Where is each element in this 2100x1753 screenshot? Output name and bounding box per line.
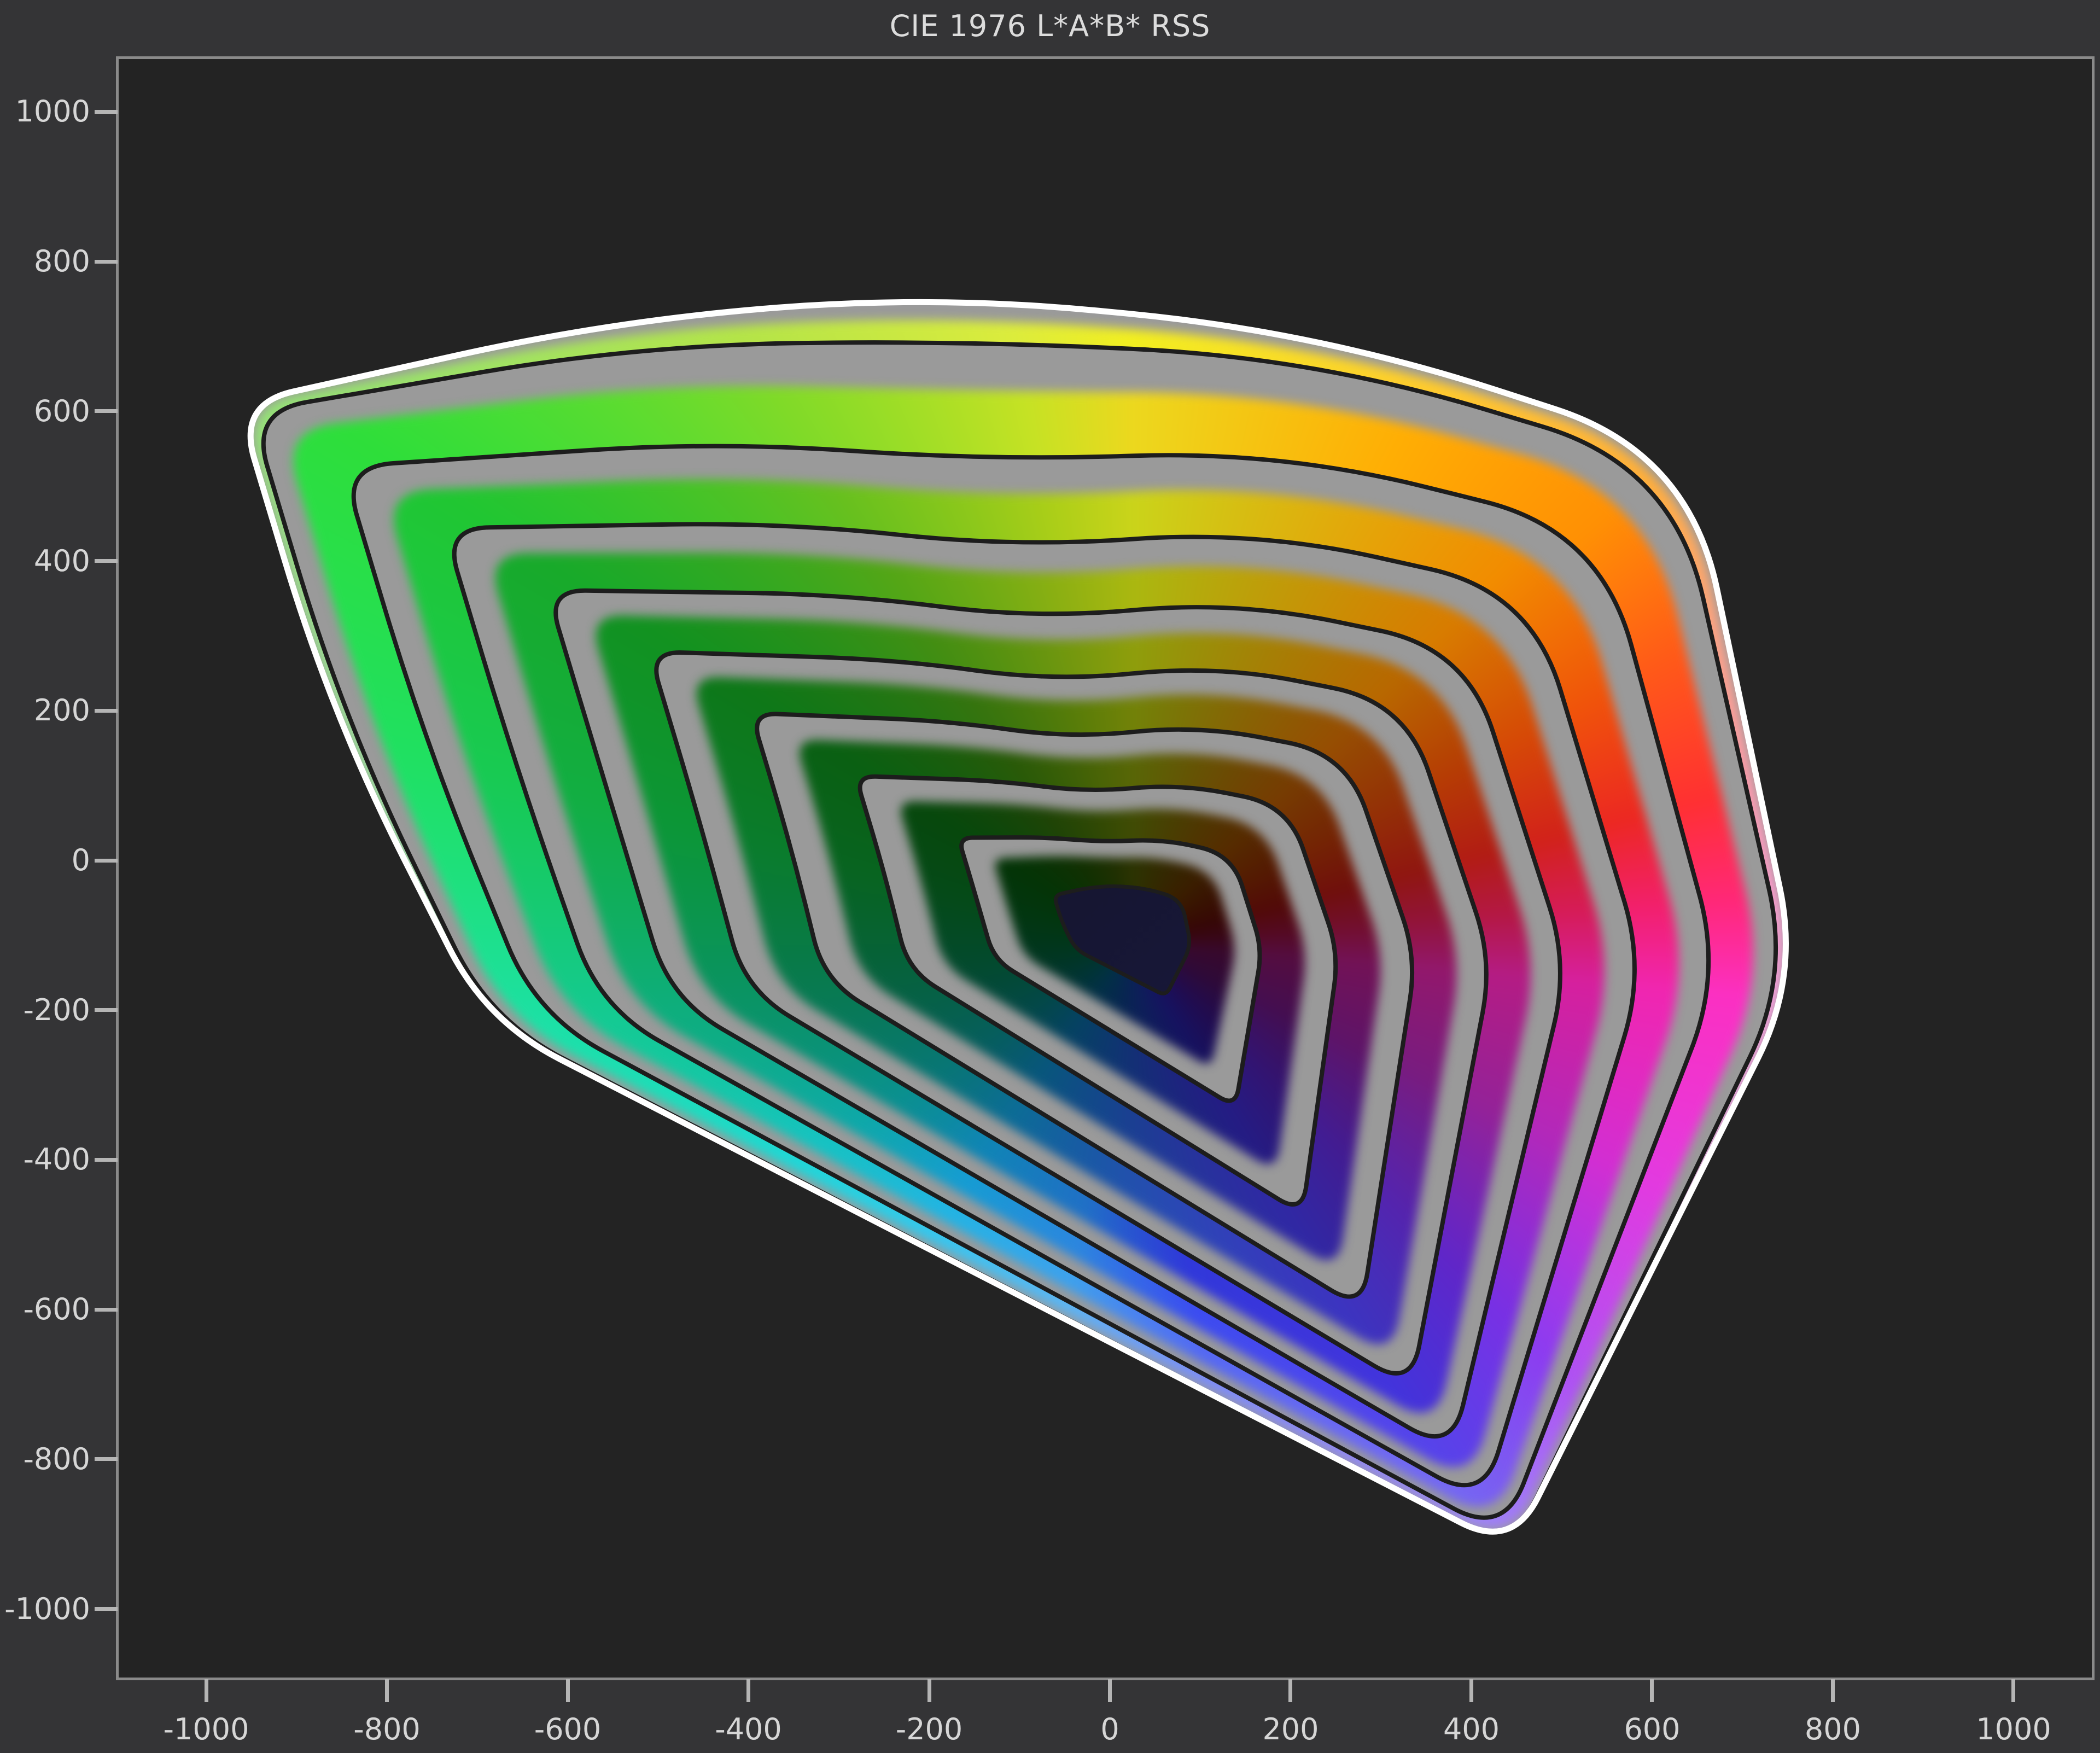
y-tick-mark — [95, 1157, 118, 1162]
contour-line — [261, 340, 1778, 1534]
y-tick-mark — [95, 1457, 118, 1461]
y-tick-label: 400 — [33, 543, 90, 578]
x-tick-label: -1000 — [163, 1712, 249, 1746]
x-tick-mark — [1108, 1679, 1112, 1702]
x-tick-label: 0 — [1100, 1712, 1119, 1746]
y-tick-label: -400 — [23, 1142, 90, 1177]
y-tick-label: -600 — [23, 1292, 90, 1327]
plot-area: -1000 -800 -600 -400 -200 0 200 400 600 800 1000 -… — [4, 56, 2095, 1746]
y-tick-mark — [95, 559, 118, 563]
x-tick-label: -400 — [715, 1712, 782, 1746]
x-tick-label: 200 — [1262, 1712, 1319, 1746]
x-tick-label: 800 — [1804, 1712, 1861, 1746]
y-tick-label: 200 — [33, 693, 90, 728]
x-tick-mark — [385, 1679, 389, 1702]
x-tick-mark — [927, 1679, 931, 1702]
y-tick-label: -200 — [23, 992, 90, 1027]
contour-line — [654, 650, 1489, 1376]
x-tick-label: 400 — [1443, 1712, 1500, 1746]
x-tick-label: -600 — [534, 1712, 602, 1746]
x-tick-mark — [746, 1679, 750, 1702]
chart-title: CIE 1976 L*A*B* RSS — [889, 9, 1211, 43]
y-tick-mark — [95, 1008, 118, 1012]
x-tick-mark — [1288, 1679, 1293, 1702]
gamut-hull-outline — [247, 299, 1789, 1535]
contour-strokes-svg — [247, 299, 1789, 1535]
y-tick-mark — [95, 259, 118, 264]
x-tick-mark — [1650, 1679, 1654, 1702]
x-tick-mark — [204, 1679, 208, 1702]
x-tick-mark — [2011, 1679, 2016, 1702]
x-tick-label: 600 — [1624, 1712, 1681, 1746]
y-tick-mark — [95, 109, 118, 114]
x-tick-label: -200 — [895, 1712, 963, 1746]
x-tick-mark — [1469, 1679, 1473, 1702]
x-tick-mark — [565, 1679, 570, 1702]
figure-canvas: { "title": "CIE 1976 L*A*B* RSS", "color… — [0, 0, 2100, 1753]
x-tick-label: -800 — [353, 1712, 421, 1746]
y-tick-mark — [95, 1307, 118, 1312]
y-tick-mark — [95, 409, 118, 414]
y-tick-label: 1000 — [15, 94, 90, 129]
y-tick-label: 600 — [33, 393, 90, 428]
contour-line — [1053, 884, 1191, 995]
y-tick-mark — [95, 1607, 118, 1611]
x-tick-label: 1000 — [1976, 1712, 2051, 1746]
y-tick-mark — [95, 708, 118, 713]
y-tick-mark — [95, 858, 118, 863]
x-tick-mark — [1830, 1679, 1835, 1702]
y-tick-label: -1000 — [4, 1591, 90, 1626]
y-tick-label: -800 — [23, 1441, 90, 1476]
y-tick-label: 0 — [71, 843, 90, 877]
y-tick-label: 800 — [33, 244, 90, 279]
